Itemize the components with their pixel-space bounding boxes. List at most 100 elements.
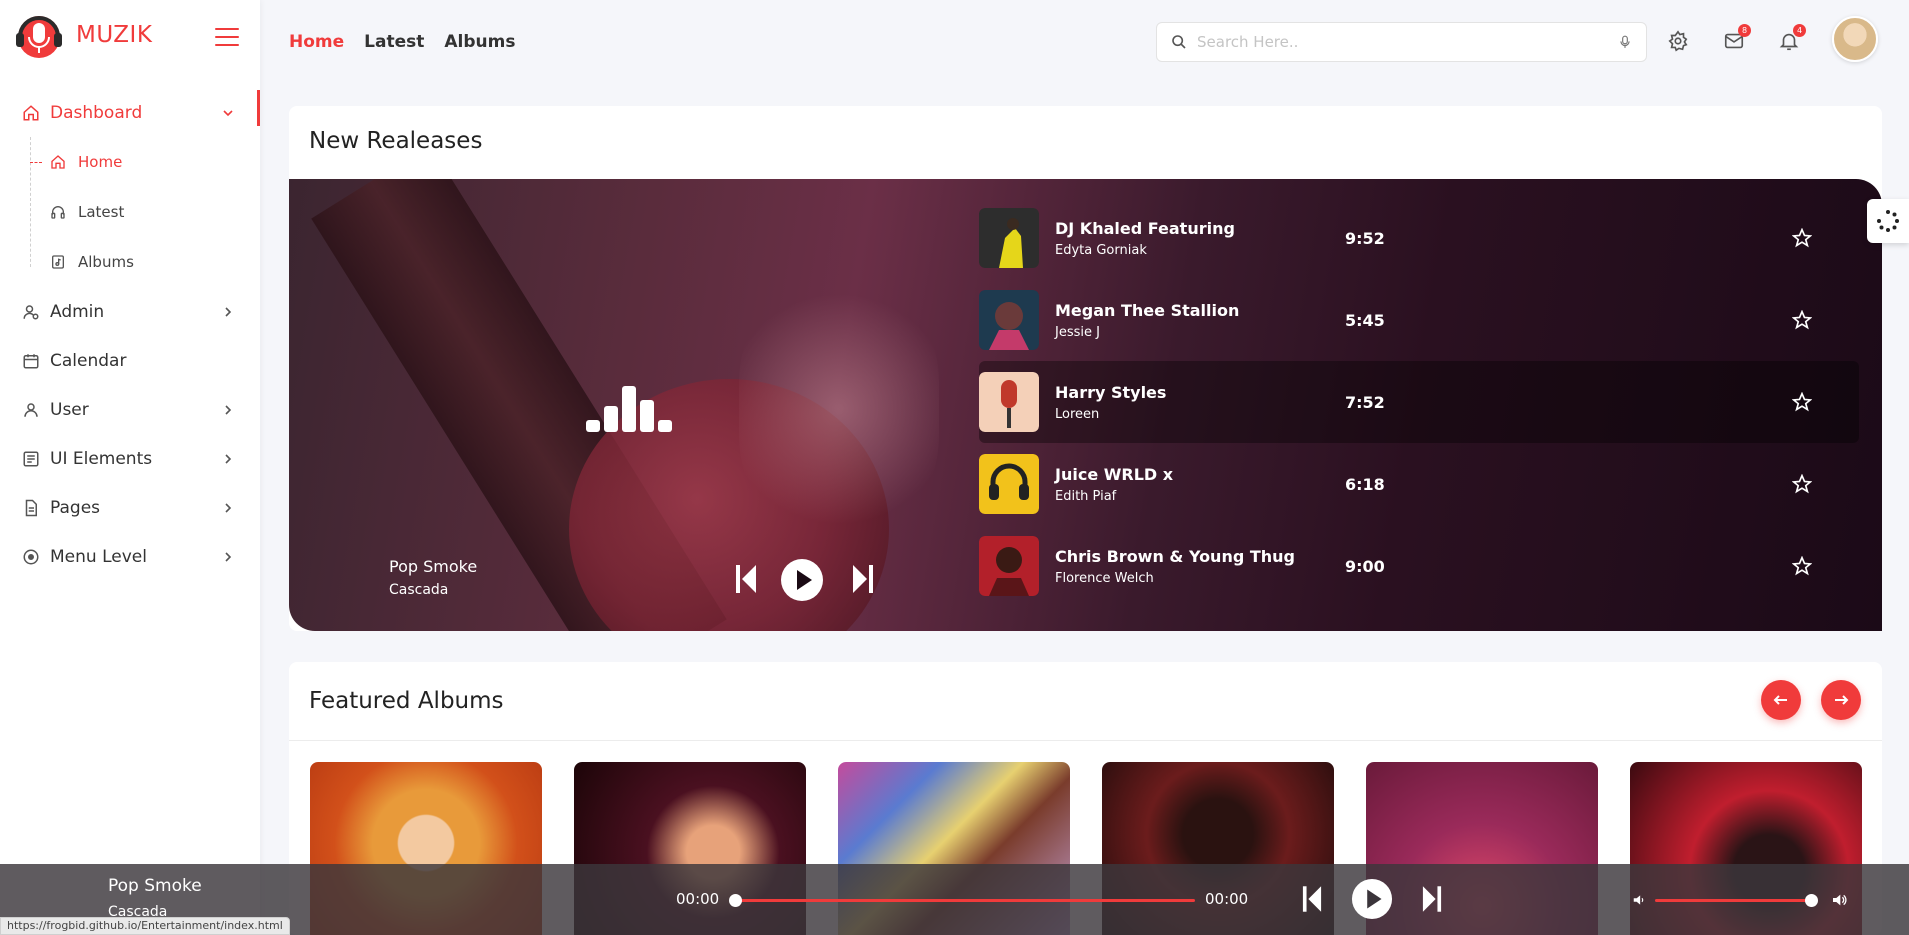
album-thumbnail — [979, 372, 1039, 432]
sidebar-item-user[interactable]: User — [0, 385, 260, 434]
track-duration: 7:52 — [1345, 392, 1385, 412]
pages-icon — [25, 499, 37, 516]
sidebar-subitem-home[interactable]: Home — [30, 137, 260, 187]
next-track-icon[interactable] — [852, 563, 874, 595]
top-nav-albums[interactable]: Albums — [444, 32, 515, 52]
microphone-logo-icon — [16, 16, 62, 58]
album-thumbnail — [979, 536, 1039, 596]
sidebar-item-label: UI Elements — [50, 448, 153, 469]
star-icon[interactable] — [1792, 228, 1812, 248]
track-row[interactable]: Megan Thee Stallion Jessie J 5:45 — [979, 279, 1859, 361]
star-icon[interactable] — [1792, 474, 1812, 494]
sidebar-nav: Dashboard Home Latest Albums Admin Calen… — [0, 88, 260, 581]
arrow-right-icon — [1835, 695, 1849, 705]
track-row[interactable]: Harry Styles Loreen 7:52 — [979, 361, 1859, 443]
new-releases-title: New Realeases — [309, 128, 483, 154]
sidebar-item-label: Pages — [50, 497, 101, 518]
sidebar-item-label: Menu Level — [50, 546, 147, 567]
hamburger-menu-icon[interactable] — [215, 28, 239, 46]
next-track-icon[interactable] — [1422, 884, 1442, 914]
sidebar-subitem-label: Latest — [78, 203, 125, 221]
track-row[interactable]: DJ Khaled Featuring Edyta Gorniak 9:52 — [979, 197, 1859, 279]
star-icon[interactable] — [1792, 310, 1812, 330]
sidebar-item-dashboard[interactable]: Dashboard — [0, 88, 260, 137]
previous-track-icon[interactable] — [735, 563, 757, 595]
settings-drawer-button[interactable] — [1867, 199, 1909, 243]
chevron-right-icon — [225, 306, 232, 317]
sidebar-item-admin[interactable]: Admin — [0, 287, 260, 336]
home-icon — [23, 104, 39, 120]
carousel-prev-button[interactable] — [1761, 680, 1801, 720]
player-track-title: Pop Smoke — [108, 876, 202, 896]
sidebar-item-label: Calendar — [50, 350, 127, 371]
sidebar-item-ui-elements[interactable]: UI Elements — [0, 434, 260, 483]
album-icon — [52, 255, 64, 269]
track-duration: 6:18 — [1345, 474, 1385, 494]
sidebar-item-menu-level[interactable]: Menu Level — [0, 532, 260, 581]
divider — [289, 740, 1882, 741]
track-artist: Edith Piaf — [1055, 488, 1117, 504]
sidebar-subitem-albums[interactable]: Albums — [30, 237, 260, 287]
menu-level-icon — [23, 549, 39, 564]
gear-icon[interactable] — [1667, 30, 1689, 52]
volume-slider[interactable] — [1655, 899, 1815, 902]
sidebar-item-label: User — [50, 399, 89, 420]
calendar-icon — [23, 353, 39, 368]
dashboard-submenu: Home Latest Albums — [30, 137, 260, 287]
top-bar: Home Latest Albums 8 4 — [260, 0, 1909, 85]
chevron-down-icon — [223, 109, 233, 116]
track-duration: 9:00 — [1345, 556, 1385, 576]
sidebar-item-pages[interactable]: Pages — [0, 483, 260, 532]
user-icon — [24, 402, 38, 417]
sidebar-subitem-label: Albums — [78, 253, 134, 271]
chevron-right-icon — [225, 453, 232, 464]
sidebar-item-calendar[interactable]: Calendar — [0, 336, 260, 385]
arrow-left-icon — [1773, 695, 1787, 705]
sidebar-item-label: Admin — [50, 301, 105, 322]
album-thumbnail — [979, 290, 1039, 350]
home-icon — [51, 155, 65, 169]
notification-badge: 4 — [1793, 24, 1806, 37]
album-thumbnail — [979, 454, 1039, 514]
mail-button[interactable]: 8 — [1723, 24, 1751, 52]
volume-low-icon[interactable] — [1632, 893, 1646, 907]
releases-banner: Pop Smoke Cascada DJ Khaled Featuring Edy… — [289, 179, 1882, 631]
avatar[interactable] — [1832, 16, 1878, 62]
track-artist: Florence Welch — [1055, 570, 1154, 586]
now-playing-title: Pop Smoke — [389, 557, 478, 576]
player-progress-knob[interactable] — [729, 894, 742, 907]
player-progress-bar[interactable] — [736, 899, 1195, 902]
carousel-next-button[interactable] — [1821, 680, 1861, 720]
player-time-total: 00:00 — [1205, 890, 1249, 908]
previous-track-icon[interactable] — [1302, 884, 1322, 914]
top-nav-latest[interactable]: Latest — [364, 32, 424, 52]
featured-albums-title: Featured Albums — [309, 688, 504, 714]
star-icon[interactable] — [1792, 392, 1812, 412]
spinner-gear-icon — [1877, 210, 1899, 232]
star-icon[interactable] — [1792, 556, 1812, 576]
microphone-icon[interactable] — [1618, 34, 1632, 50]
browser-status-url: https://frogbid.github.io/Entertainment/… — [0, 917, 290, 935]
sidebar-subitem-latest[interactable]: Latest — [30, 187, 260, 237]
track-artist: Jessie J — [1055, 324, 1100, 340]
notification-button[interactable]: 4 — [1778, 24, 1806, 52]
track-name: Chris Brown & Young Thug — [1055, 546, 1296, 566]
track-row[interactable]: Juice WRLD x Edith Piaf 6:18 — [979, 443, 1859, 525]
track-row[interactable]: Chris Brown & Young Thug Florence Welch 9… — [979, 525, 1859, 607]
play-icon[interactable] — [780, 558, 824, 602]
new-releases-card: New Realeases Pop Smoke Cascada DJ Khale… — [289, 106, 1882, 631]
search-input[interactable] — [1197, 33, 1618, 51]
top-nav: Home Latest Albums — [289, 32, 515, 52]
play-icon[interactable] — [1351, 878, 1393, 920]
track-name: Megan Thee Stallion — [1055, 300, 1240, 320]
player-time-current: 00:00 — [676, 890, 720, 908]
track-duration: 9:52 — [1345, 228, 1385, 248]
track-name: DJ Khaled Featuring — [1055, 218, 1235, 238]
volume-high-icon[interactable] — [1831, 892, 1847, 908]
top-nav-home[interactable]: Home — [289, 32, 344, 52]
chevron-right-icon — [225, 551, 232, 562]
volume-knob[interactable] — [1804, 894, 1818, 907]
album-thumbnail — [979, 208, 1039, 268]
sidebar: MUZIK Dashboard Home Latest Albums Admin… — [0, 0, 260, 935]
hand-artwork — [739, 279, 939, 539]
